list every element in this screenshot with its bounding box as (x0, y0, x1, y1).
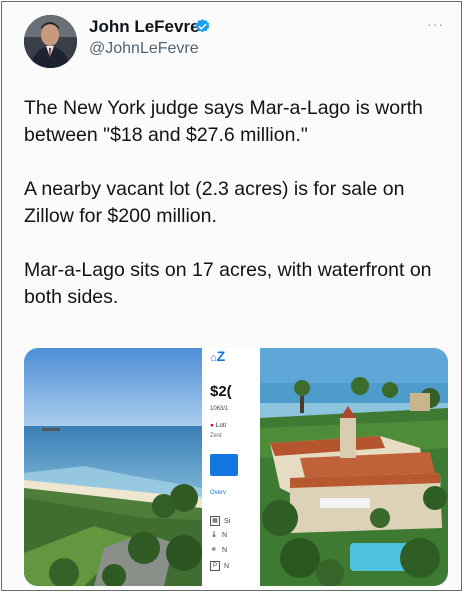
fact-row: ❄ N (211, 546, 228, 554)
fact-row: PN (210, 561, 230, 576)
author-handle[interactable]: @JohnLeFevre (89, 40, 199, 58)
tweet-media[interactable]: ⌂Z $2( 1063/1 ● Lot/ Zest Overv ▦ Si 🌡 N ❄… (24, 348, 448, 586)
beach-photo (24, 348, 202, 586)
listing-status: ● Lot/ (210, 422, 227, 429)
tweet-text: The New York judge says Mar-a-Lago is wo… (24, 95, 454, 338)
listing-price: $2( (210, 383, 232, 400)
more-options-icon[interactable]: ··· (427, 16, 444, 32)
tweet-card: John LeFevre @JohnLeFevre ··· The New Yo… (1, 1, 462, 591)
verified-badge-icon (195, 19, 210, 33)
tab-overview[interactable]: Overv (210, 490, 226, 496)
listing-address: 1063/1 (210, 406, 229, 412)
facts-list: ▦ Si 🌡 N ❄ N PN (210, 516, 230, 576)
author-name[interactable]: John LeFevre (89, 17, 200, 37)
estate-aerial-photo (260, 348, 448, 586)
avatar-photo (24, 15, 77, 68)
fact-row: 🌡 N (210, 531, 228, 539)
zestimate-label: Zest (210, 433, 222, 439)
tweet-paragraph: Mar-a-Lago sits on 17 acres, with waterf… (24, 259, 432, 308)
tweet-paragraph: A nearby vacant lot (2.3 acres) is for s… (24, 178, 405, 227)
tweet-paragraph: The New York judge says Mar-a-Lago is wo… (24, 97, 423, 146)
parking-icon: P (210, 561, 220, 571)
status-dot-icon: ● (210, 422, 214, 429)
building-icon: ▦ (210, 516, 220, 526)
zillow-logo-icon: ⌂Z (210, 348, 226, 364)
zillow-listing-panel[interactable]: ⌂Z $2( 1063/1 ● Lot/ Zest Overv ▦ Si 🌡 N ❄… (202, 348, 260, 586)
thermometer-icon: 🌡 (210, 532, 218, 538)
snowflake-icon: ❄ (211, 547, 217, 553)
contact-agent-button[interactable] (210, 454, 238, 476)
fact-row: ▦ Si (210, 516, 230, 531)
avatar[interactable] (24, 15, 77, 68)
